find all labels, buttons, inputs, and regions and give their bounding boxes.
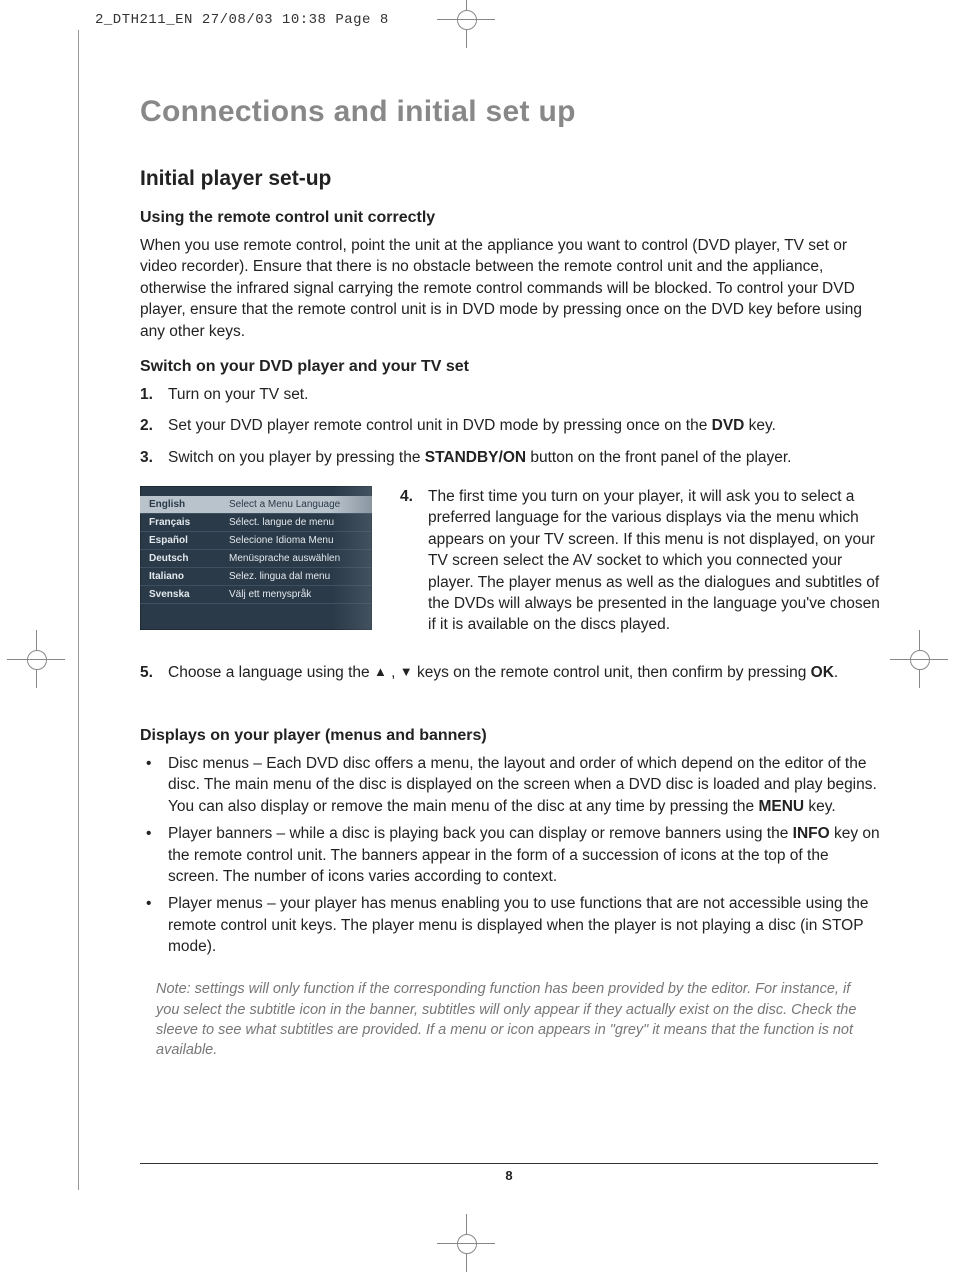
registration-mark-icon — [455, 8, 477, 30]
registration-mark-icon — [25, 648, 47, 670]
bullet-item: Disc menus – Each DVD disc offers a menu… — [140, 753, 880, 817]
menu-row-selected: EnglishSelect a Menu Language — [140, 496, 372, 514]
up-arrow-icon: ▲ — [374, 664, 387, 679]
steps-list: 1. Turn on your TV set. 2. Set your DVD … — [140, 384, 880, 468]
content-area: Connections and initial set up Initial p… — [140, 95, 880, 1075]
menu-row: EspañolSelecione Idioma Menu — [140, 532, 372, 550]
page-footer: 8 — [140, 1163, 878, 1183]
note-text: Note: settings will only function if the… — [156, 979, 872, 1060]
page-title: Connections and initial set up — [140, 95, 880, 129]
step-text: The first time you turn on your player, … — [428, 486, 880, 636]
step-number: 1. — [140, 384, 168, 405]
subheading-switch-on: Switch on your DVD player and your TV se… — [140, 358, 880, 376]
bullet-item: Player menus – your player has menus ena… — [140, 893, 880, 957]
bullet-item: Player banners – while a disc is playing… — [140, 823, 880, 887]
step-1: 1. Turn on your TV set. — [140, 384, 880, 405]
menu-row: SvenskaVälj ett menyspråk — [140, 586, 372, 604]
down-arrow-icon: ▼ — [400, 664, 413, 679]
language-menu-screenshot: EnglishSelect a Menu Language FrançaisSé… — [140, 486, 372, 630]
paragraph: When you use remote control, point the u… — [140, 235, 880, 342]
page-number: 8 — [505, 1168, 512, 1183]
prepress-header: 2_DTH211_EN 27/08/03 10:38 Page 8 — [95, 12, 389, 28]
step-4-row: EnglishSelect a Menu Language FrançaisSé… — [140, 486, 880, 636]
menu-row: ItalianoSelez. lingua dal menu — [140, 568, 372, 586]
page: 2_DTH211_EN 27/08/03 10:38 Page 8 Connec… — [0, 0, 954, 1255]
step-number: 3. — [140, 447, 168, 468]
steps-list-cont: 5. Choose a language using the ▲ , ▼ key… — [140, 662, 880, 683]
subheading-displays: Displays on your player (menus and banne… — [140, 727, 880, 745]
step-text: Turn on your TV set. — [168, 384, 880, 405]
step-3: 3. Switch on you player by pressing the … — [140, 447, 880, 468]
step-4: 4. The first time you turn on your playe… — [400, 486, 880, 636]
registration-mark-icon — [908, 648, 930, 670]
step-2: 2. Set your DVD player remote control un… — [140, 415, 880, 436]
step-number: 5. — [140, 662, 168, 683]
step-text: Switch on you player by pressing the STA… — [168, 447, 880, 468]
menu-row: DeutschMenüsprache auswählen — [140, 550, 372, 568]
step-5: 5. Choose a language using the ▲ , ▼ key… — [140, 662, 880, 683]
step-number: 4. — [400, 486, 428, 636]
language-menu-table: EnglishSelect a Menu Language FrançaisSé… — [140, 496, 372, 604]
section-heading: Initial player set-up — [140, 167, 880, 191]
step-text: Choose a language using the ▲ , ▼ keys o… — [168, 662, 880, 683]
registration-mark-icon — [455, 1232, 477, 1254]
subheading-remote: Using the remote control unit correctly — [140, 209, 880, 227]
bullet-list: Disc menus – Each DVD disc offers a menu… — [140, 753, 880, 957]
step-text: Set your DVD player remote control unit … — [168, 415, 880, 436]
crop-line — [78, 30, 79, 1190]
menu-row: FrançaisSélect. langue de menu — [140, 514, 372, 532]
step-number: 2. — [140, 415, 168, 436]
